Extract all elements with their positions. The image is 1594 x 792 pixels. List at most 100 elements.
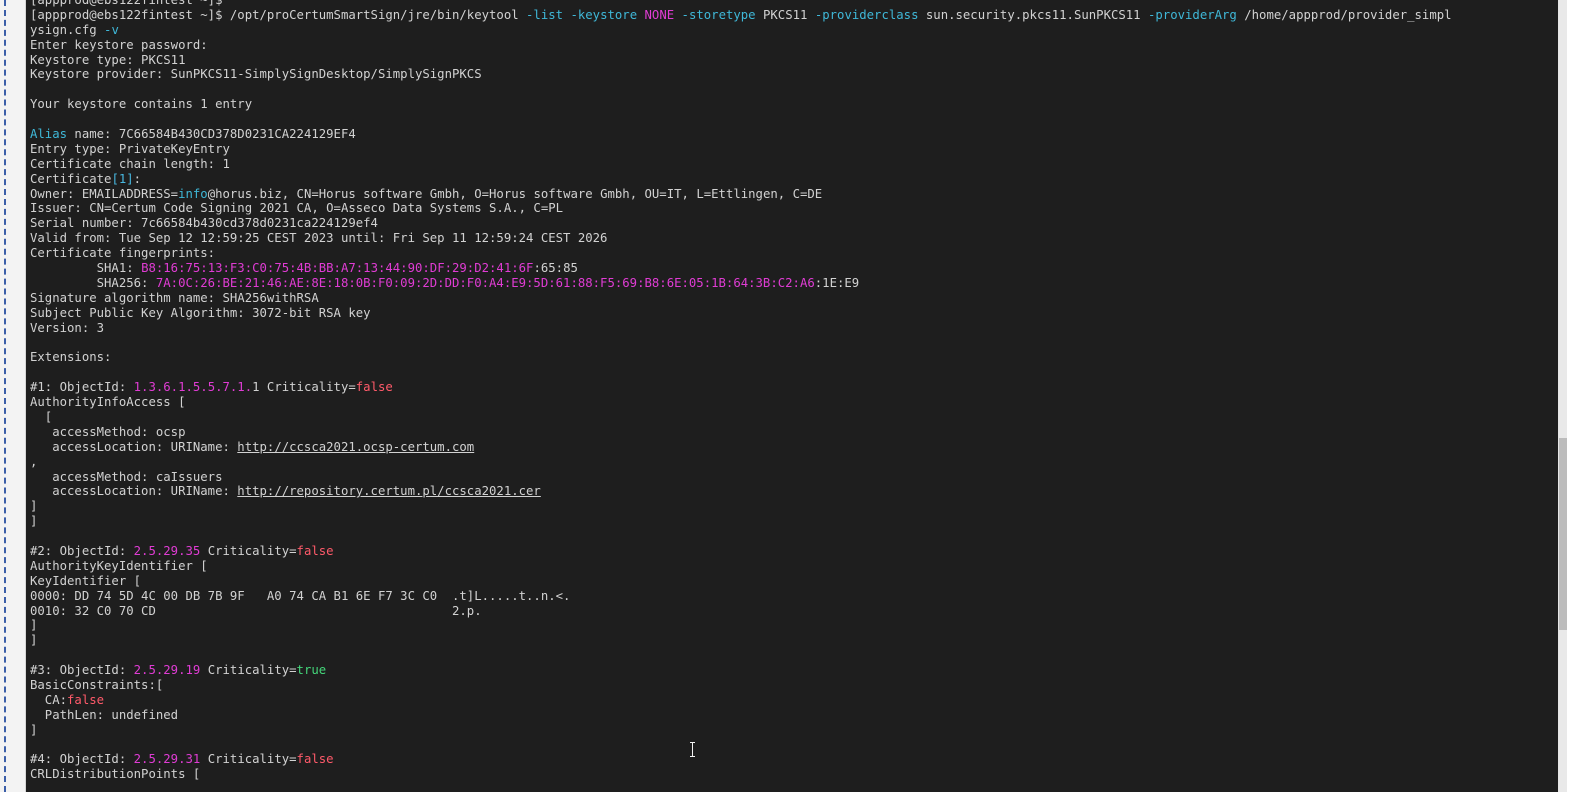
terminal-text: ] bbox=[30, 633, 38, 648]
terminal-text: accessLocation: URIName: bbox=[30, 439, 238, 454]
terminal-text: Valid from: Tue Sep 12 12:59:25 CEST 202… bbox=[30, 231, 608, 246]
terminal-text: 2.5.29.35 bbox=[133, 543, 201, 558]
terminal-text: Certificate chain length: 1 bbox=[30, 156, 230, 171]
terminal-text: Keystore type: PKCS11 bbox=[30, 52, 186, 67]
terminal-text: accessMethod: ocsp bbox=[30, 424, 186, 439]
terminal-text: 1 Criticality= bbox=[252, 380, 356, 395]
terminal-line: [ bbox=[30, 410, 1452, 425]
terminal-text: ] bbox=[30, 722, 38, 737]
terminal-text: Entry type: PrivateKeyEntry bbox=[30, 141, 230, 156]
terminal-line: ] bbox=[30, 499, 1452, 514]
terminal-text: Issuer: CN=Certum Code Signing 2021 CA, … bbox=[30, 201, 564, 216]
terminal-line: PathLen: undefined bbox=[30, 708, 1452, 723]
terminal-text: Enter keystore password: bbox=[30, 37, 208, 52]
terminal-line: ] bbox=[30, 723, 1452, 738]
terminal-line: ] bbox=[30, 633, 1452, 648]
terminal-text: Extensions: bbox=[30, 350, 112, 365]
terminal-line: SHA1: B8:16:75:13:F3:C0:75:4B:BB:A7:13:4… bbox=[30, 261, 1452, 276]
terminal-line: AuthorityInfoAccess [ bbox=[30, 395, 1452, 410]
terminal-text: name: 7C66584B430CD378D0231CA224129EF4 bbox=[67, 127, 356, 142]
terminal-text: ] bbox=[30, 499, 38, 514]
terminal-text: /home/appprod/provider_simpl bbox=[1236, 7, 1452, 22]
terminal-text: false bbox=[296, 543, 334, 558]
terminal-text: false bbox=[355, 380, 393, 395]
terminal-text: 1.3.6.1.5.5.7.1. bbox=[133, 380, 253, 395]
terminal-text: Criticality= bbox=[200, 543, 297, 558]
terminal-text: ] bbox=[30, 618, 38, 633]
terminal-text: [appprod@ebs122fintest ~]$ bbox=[30, 0, 223, 7]
terminal-text: -storetype bbox=[681, 7, 756, 22]
terminal-line: Subject Public Key Algorithm: 3072-bit R… bbox=[30, 306, 1452, 321]
terminal-text: #3: ObjectId: bbox=[30, 663, 134, 678]
terminal-text: : bbox=[133, 171, 142, 186]
terminal-line: Alias name: 7C66584B430CD378D0231CA22412… bbox=[30, 127, 1452, 142]
terminal-text: AuthorityInfoAccess [ bbox=[30, 395, 186, 410]
terminal-text: Signature algorithm name: SHA256withRSA bbox=[30, 290, 319, 305]
terminal-text: [appprod@ebs122fintest ~]$ /opt/proCertu… bbox=[30, 7, 527, 22]
terminal-line: 0010: 32 C0 70 CD 2.p. bbox=[30, 604, 1452, 619]
terminal-line: [appprod@ebs122fintest ~]$ bbox=[30, 0, 1452, 8]
background-window-edge bbox=[0, 0, 26, 792]
terminal-text: Keystore provider: SunPKCS11-SimplySignD… bbox=[30, 67, 482, 82]
terminal-line: accessMethod: caIssuers bbox=[30, 470, 1452, 485]
terminal-line: Certificate[1]: bbox=[30, 172, 1452, 187]
terminal-line: CRLDistributionPoints [ bbox=[30, 767, 1452, 782]
terminal-text: false bbox=[296, 752, 334, 767]
terminal-line: Extensions: bbox=[30, 350, 1452, 365]
terminal-line: Your keystore contains 1 entry bbox=[30, 97, 1452, 112]
terminal-text: 0000: DD 74 5D 4C 00 DB 7B 9F A0 74 CA B… bbox=[30, 588, 571, 603]
terminal-window[interactable]: [appprod@ebs122fintest ~]$ [appprod@ebs12… bbox=[26, 0, 1558, 792]
terminal-line: AuthorityKeyIdentifier [ bbox=[30, 559, 1452, 574]
terminal-text: ] bbox=[30, 514, 38, 529]
terminal-text: sun.security.pkcs11.SunPKCS11 bbox=[918, 7, 1148, 22]
terminal-text: Criticality= bbox=[200, 752, 297, 767]
terminal-line: Keystore type: PKCS11 bbox=[30, 53, 1452, 68]
terminal-text: -list bbox=[526, 7, 564, 22]
url-link[interactable]: http://ccsca2021.ocsp-certum.com bbox=[237, 440, 474, 454]
text-cursor-icon bbox=[689, 742, 697, 757]
terminal-line: [appprod@ebs122fintest ~]$ /opt/proCertu… bbox=[30, 8, 1452, 23]
terminal-line: accessLocation: URIName: http://reposito… bbox=[30, 484, 1452, 499]
terminal-text: -providerclass bbox=[814, 7, 919, 22]
terminal-line: KeyIdentifier [ bbox=[30, 574, 1452, 589]
scrollbar-thumb[interactable] bbox=[1559, 438, 1567, 630]
terminal-text: Version: 3 bbox=[30, 320, 105, 335]
terminal-text: Alias bbox=[30, 127, 68, 142]
terminal-line: #3: ObjectId: 2.5.29.19 Criticality=true bbox=[30, 663, 1452, 678]
terminal-text: Subject Public Key Algorithm: 3072-bit R… bbox=[30, 305, 371, 320]
terminal-text: CA: bbox=[30, 692, 68, 707]
url-link[interactable]: http://repository.certum.pl/ccsca2021.ce… bbox=[237, 484, 541, 498]
terminal-text: SHA1: bbox=[30, 261, 142, 276]
terminal-output[interactable]: [appprod@ebs122fintest ~]$ [appprod@ebs12… bbox=[30, 0, 1452, 782]
terminal-line: ] bbox=[30, 618, 1452, 633]
scrollbar-track[interactable] bbox=[1559, 0, 1567, 792]
terminal-scrollbar[interactable] bbox=[1558, 0, 1594, 792]
terminal-line: Keystore provider: SunPKCS11-SimplySignD… bbox=[30, 67, 1452, 82]
terminal-line: Issuer: CN=Certum Code Signing 2021 CA, … bbox=[30, 201, 1452, 216]
terminal-text: PathLen: undefined bbox=[30, 707, 179, 722]
terminal-text: [1] bbox=[111, 171, 134, 186]
terminal-line: Serial number: 7c66584b430cd378d0231ca22… bbox=[30, 216, 1452, 231]
terminal-text: AuthorityKeyIdentifier [ bbox=[30, 558, 208, 573]
terminal-line: Owner: EMAILADDRESS=info@horus.biz, CN=H… bbox=[30, 187, 1452, 202]
terminal-line: 0000: DD 74 5D 4C 00 DB 7B 9F A0 74 CA B… bbox=[30, 589, 1452, 604]
terminal-line: BasicConstraints:[ bbox=[30, 678, 1452, 693]
terminal-line: SHA256: 7A:0C:26:BE:21:46:AE:8E:18:0B:F0… bbox=[30, 276, 1452, 291]
terminal-text: -providerArg bbox=[1148, 7, 1237, 22]
terminal-line: #4: ObjectId: 2.5.29.31 Criticality=fals… bbox=[30, 752, 1452, 767]
terminal-text: Owner: EMAILADDRESS= bbox=[30, 186, 179, 201]
terminal-text: accessLocation: URIName: bbox=[30, 484, 238, 499]
terminal-text: accessMethod: caIssuers bbox=[30, 469, 223, 484]
terminal-line: Entry type: PrivateKeyEntry bbox=[30, 142, 1452, 157]
terminal-line: Signature algorithm name: SHA256withRSA bbox=[30, 291, 1452, 306]
terminal-text: #1: ObjectId: bbox=[30, 380, 134, 395]
terminal-text: #4: ObjectId: bbox=[30, 752, 134, 767]
terminal-text: -v bbox=[104, 22, 119, 37]
terminal-text: 2.5.29.31 bbox=[133, 752, 201, 767]
